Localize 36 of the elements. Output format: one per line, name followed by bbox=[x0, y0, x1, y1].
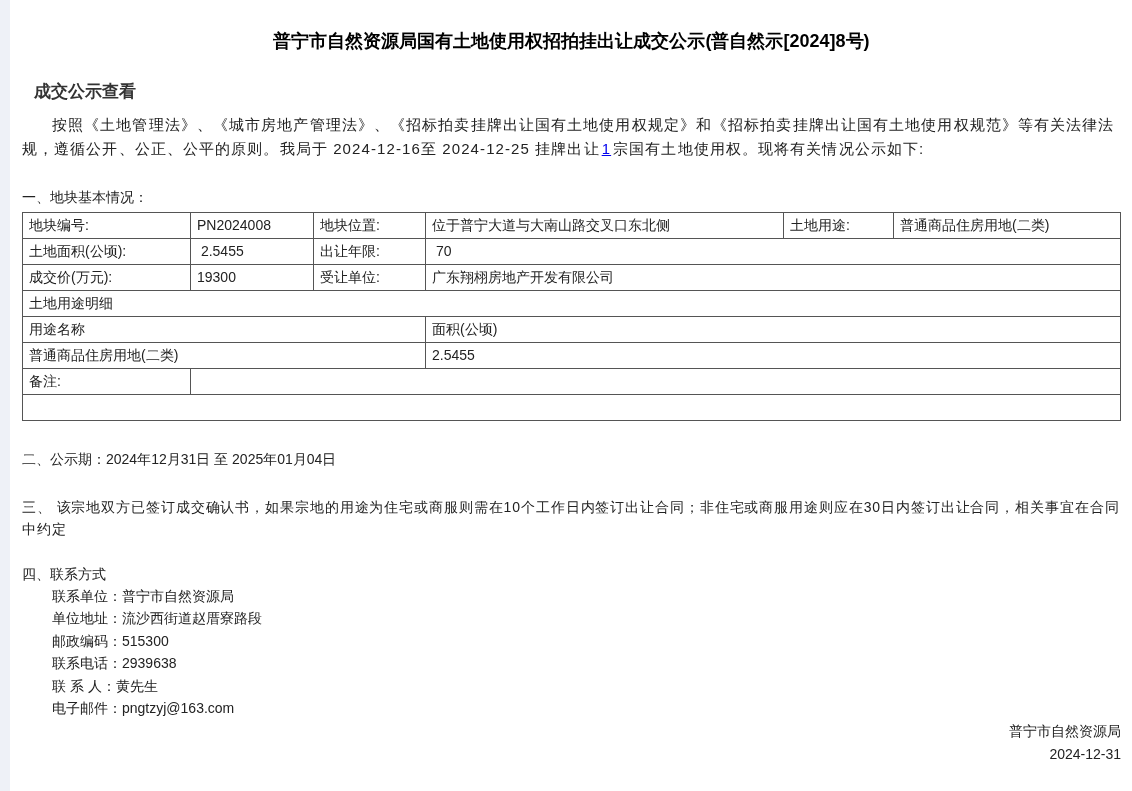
field-label: 土地面积(公顷): bbox=[22, 238, 191, 264]
contact-heading: 四、联系方式 bbox=[22, 564, 107, 584]
contact-line: 联系单位：普宁市自然资源局 bbox=[52, 586, 235, 606]
contact-line: 电子邮件：pngtzyj@163.com bbox=[52, 699, 236, 718]
notice-paragraph: 三、 该宗地双方已签订成交确认书，如果宗地的用途为住宅或商服则需在10个工作日内签订出让合同；非住宅或商服用途则应在30日内签订出让合同，相关事宜在合同中约定 bbox=[22, 497, 1121, 539]
section-heading: 成交公示查看 bbox=[34, 81, 137, 103]
field-value: 位于普宁大道与大南山路交叉口东北侧 bbox=[425, 212, 784, 238]
signature-line: 2024-12-31 bbox=[1049, 744, 1121, 764]
field-value: 2.5455 bbox=[190, 238, 314, 264]
contact-line: 邮政编码：515300 bbox=[52, 631, 170, 651]
period-text: 二、公示期：2024年12月31日 至 2025年01月04日 bbox=[22, 449, 338, 469]
table-header-cell: 面积(公顷) bbox=[425, 316, 1121, 342]
field-label: 受让单位: bbox=[313, 264, 426, 290]
field-label: 地块编号: bbox=[22, 212, 191, 238]
table-cell: 土地用途明细 bbox=[22, 290, 1121, 316]
contact-line: 联 系 人：黄先生 bbox=[52, 676, 159, 696]
table-cell: 2.5455 bbox=[425, 342, 1121, 368]
field-value: 广东翔栩房地产开发有限公司 bbox=[425, 264, 1121, 290]
field-value: PN2024008 bbox=[190, 212, 314, 238]
lot-count-link[interactable]: 1 bbox=[599, 139, 614, 157]
table-header-cell: 用途名称 bbox=[22, 316, 426, 342]
field-label: 土地用途: bbox=[783, 212, 894, 238]
field-label: 成交价(万元): bbox=[22, 264, 191, 290]
field-value: 19300 bbox=[190, 264, 314, 290]
field-label: 出让年限: bbox=[313, 238, 426, 264]
basic-info-heading: 一、地块基本情况： bbox=[22, 187, 149, 207]
field-value: 普通商品住房用地(二类) bbox=[893, 212, 1121, 238]
field-value: 70 bbox=[425, 238, 1121, 264]
intro-paragraph: 按照《土地管理法》、《城市房地产管理法》、《招标拍卖挂牌出让国有土地使用权规定》和《招标拍卖挂牌出让国有土地使用权规范》等有关法律法规，遵循公开、公正、公平的原则。我局于 2024-12-16至 2024-12-25 挂牌出让 1宗国有土地使用权。现将有关情况公示如下: bbox=[22, 114, 1116, 159]
signature-line: 普宁市自然资源局 bbox=[1009, 721, 1121, 741]
page-title: 普宁市自然资源局国有土地使用权招拍挂出让成交公示(普自然示[2024]8号) bbox=[272, 30, 871, 53]
contact-line: 单位地址：流沙西街道赵厝寮路段 bbox=[52, 609, 263, 628]
table-cell: 备注: bbox=[22, 368, 191, 394]
field-label: 地块位置: bbox=[313, 212, 426, 238]
table-cell: 普通商品住房用地(二类) bbox=[22, 342, 426, 368]
contact-line: 联系电话：2939638 bbox=[52, 654, 178, 673]
